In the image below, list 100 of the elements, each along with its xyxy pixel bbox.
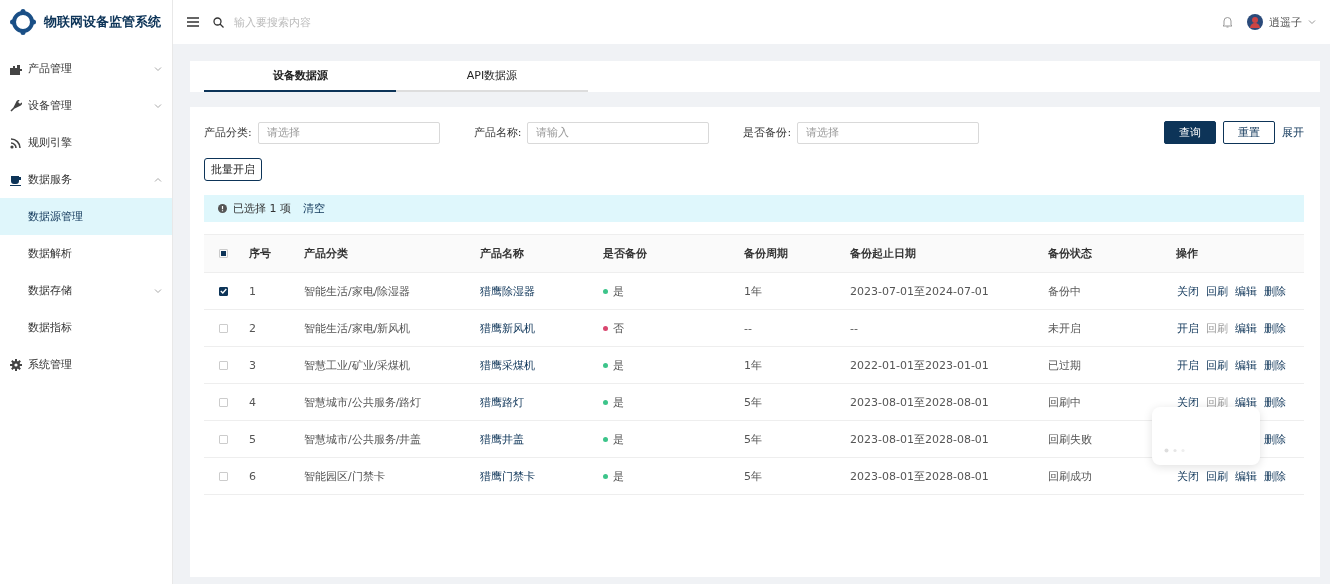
action-link[interactable]: 回刷 <box>1206 283 1228 299</box>
table-cell: 是 <box>613 468 624 484</box>
logo-icon <box>10 9 36 35</box>
sidebar-item[interactable]: 数据存储 <box>0 272 172 309</box>
product-link[interactable]: 猎鹰采煤机 <box>480 358 535 372</box>
query-button[interactable]: 查询 <box>1164 121 1216 144</box>
puzzle-icon <box>10 62 22 75</box>
search-field[interactable]: 输入要搜索内容 <box>232 14 436 30</box>
sidebar-item[interactable]: 规则引擎 <box>0 124 172 161</box>
selection-count: 已选择 1 项 <box>233 201 291 216</box>
table-cell: 智慧城市/公共服务/井盖 <box>304 432 422 446</box>
action-link[interactable]: 删除 <box>1264 357 1286 373</box>
input-field[interactable]: 请选择 <box>797 121 980 144</box>
action-link[interactable]: 关闭 <box>1177 283 1199 299</box>
table-cell: 回刷成功 <box>1048 469 1092 483</box>
expand-link[interactable]: 展开 <box>1282 125 1304 140</box>
table-cell: 备份中 <box>1048 284 1081 298</box>
check-icon <box>220 288 227 294</box>
action-link[interactable]: 删除 <box>1264 283 1286 299</box>
gear-icon <box>10 358 22 371</box>
table-cell: 否 <box>613 320 624 336</box>
column-header: 产品名称 <box>480 247 524 260</box>
avatar[interactable] <box>1247 14 1263 30</box>
table-cell: 是 <box>613 283 624 299</box>
action-link[interactable]: 回刷 <box>1206 357 1228 373</box>
action-link[interactable]: 编辑 <box>1235 357 1257 373</box>
action-link[interactable]: 编辑 <box>1235 394 1257 410</box>
action-link[interactable]: 关闭 <box>1177 468 1199 484</box>
field-label: 产品名称: <box>473 125 522 140</box>
sidebar-item[interactable]: 产品管理 <box>0 50 172 87</box>
sidebar-item[interactable]: 数据指标 <box>0 309 172 346</box>
action-link[interactable]: 编辑 <box>1235 468 1257 484</box>
table-cell: 是 <box>613 431 624 447</box>
column-header: 备份周期 <box>744 247 788 260</box>
action-link[interactable]: 删除 <box>1264 431 1286 447</box>
batch-enable-button[interactable]: 批量开启 <box>204 158 262 181</box>
menu-icon[interactable] <box>187 17 199 27</box>
action-link[interactable]: 删除 <box>1264 394 1286 410</box>
column-header: 序号 <box>249 247 271 260</box>
action-link[interactable]: 开启 <box>1177 320 1199 336</box>
table-cell: 未开启 <box>1048 321 1081 335</box>
table-cell: -- <box>744 321 752 335</box>
caret-icon[interactable] <box>1308 18 1316 26</box>
column-header: 备份起止日期 <box>850 247 916 260</box>
bell-icon[interactable] <box>1222 16 1233 28</box>
table-cell: 智能生活/家电/除湿器 <box>304 284 411 298</box>
table-cell: 3 <box>249 358 256 372</box>
action-link[interactable]: 删除 <box>1264 320 1286 336</box>
table-cell: 5年 <box>744 469 762 483</box>
app-title: 物联网设备监管系统 <box>44 13 161 31</box>
table-cell: 回刷中 <box>1048 395 1081 409</box>
product-link[interactable]: 猎鹰除湿器 <box>480 284 535 298</box>
row-checkbox[interactable] <box>219 286 228 296</box>
user-name[interactable]: 逍遥子 <box>1269 14 1302 30</box>
product-link[interactable]: 猎鹰门禁卡 <box>480 469 535 483</box>
table-cell: 5年 <box>744 432 762 446</box>
table-cell: 2023-08-01至2028-08-01 <box>850 395 989 409</box>
table-cell: 智慧城市/公共服务/路灯 <box>304 395 422 409</box>
field-label: 产品分类: <box>204 125 252 140</box>
product-link[interactable]: 猎鹰路灯 <box>480 395 524 409</box>
table-cell: 已过期 <box>1048 358 1081 372</box>
field-label: 是否备份: <box>743 125 792 140</box>
column-header: 备份状态 <box>1048 247 1092 260</box>
table-cell: 2023-08-01至2028-08-01 <box>850 432 989 446</box>
action-link[interactable]: 关闭 <box>1177 394 1199 410</box>
reset-button[interactable]: 重置 <box>1223 121 1275 144</box>
sidebar-item[interactable]: 数据解析 <box>0 235 172 272</box>
action-link[interactable]: 回刷 <box>1206 468 1228 484</box>
action-link[interactable]: 开启 <box>1177 357 1199 373</box>
tab[interactable]: API数据源 <box>396 61 588 92</box>
table-cell: 2 <box>249 321 256 335</box>
table-cell: 5年 <box>744 395 762 409</box>
action-link[interactable]: 编辑 <box>1235 283 1257 299</box>
table-cell: 1年 <box>744 358 762 372</box>
action-link[interactable]: 删除 <box>1264 468 1286 484</box>
action-link[interactable]: 编辑 <box>1235 320 1257 336</box>
sidebar-item[interactable]: 数据服务 <box>0 161 172 198</box>
sidebar-item[interactable]: 数据源管理 <box>0 198 172 235</box>
table-cell: 2023-07-01至2024-07-01 <box>850 284 989 298</box>
product-link[interactable]: 猎鹰新风机 <box>480 321 535 335</box>
select-all-checkbox[interactable] <box>219 249 228 258</box>
input-field[interactable]: 请输入 <box>527 121 710 144</box>
typing-icon <box>1164 448 1186 453</box>
column-header: 产品分类 <box>304 247 348 260</box>
table-cell: 5 <box>249 432 256 446</box>
rss-icon <box>10 136 22 149</box>
table-cell: 2022-01-01至2023-01-01 <box>850 358 989 372</box>
tab[interactable]: 设备数据源 <box>204 61 396 92</box>
product-link[interactable]: 猎鹰井盖 <box>480 432 524 446</box>
table-cell: 1 <box>249 284 256 298</box>
table-cell: 智能生活/家电/新风机 <box>304 321 411 335</box>
table-cell: 是 <box>613 357 624 373</box>
search-icon <box>213 16 224 28</box>
clear-link[interactable]: 清空 <box>303 201 325 216</box>
info-icon <box>218 204 227 213</box>
input-field[interactable]: 请选择 <box>257 121 440 144</box>
column-header: 是否备份 <box>603 247 647 260</box>
cup-icon <box>10 173 22 186</box>
sidebar-item[interactable]: 设备管理 <box>0 87 172 124</box>
sidebar-item[interactable]: 系统管理 <box>0 346 172 383</box>
